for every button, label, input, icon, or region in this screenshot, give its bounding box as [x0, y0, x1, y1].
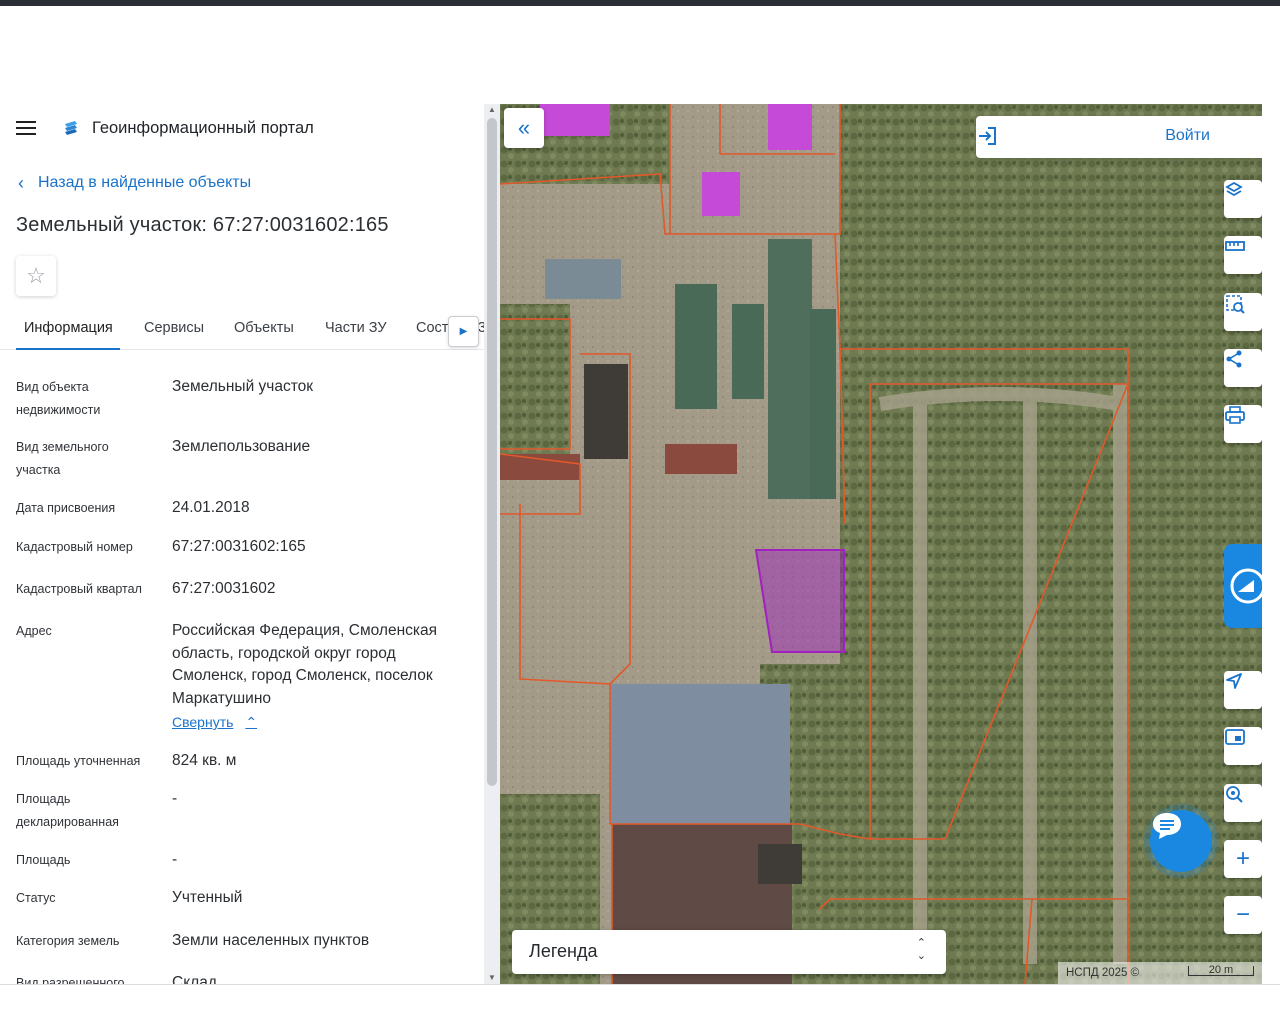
- scroll-up-arrow-icon[interactable]: ▲: [488, 106, 496, 114]
- tab-parts[interactable]: Части ЗУ: [325, 320, 387, 336]
- panel-scrollbar[interactable]: ▲ ▼: [484, 104, 500, 984]
- address-text: Российская Федерация, Смоленская область…: [172, 622, 438, 707]
- back-to-results-link[interactable]: ‹ Назад в найденные объекты: [18, 174, 251, 192]
- property-label: Площадь уточненная: [16, 754, 141, 768]
- chevron-left-icon: ‹: [18, 173, 24, 193]
- top-bar: [0, 6, 1280, 102]
- tab-state[interactable]: Сост: [416, 320, 448, 336]
- zoom-out-button[interactable]: −: [1224, 896, 1262, 934]
- property-value-address: Российская Федерация, Смоленская область…: [172, 620, 472, 735]
- favorite-button[interactable]: ☆: [16, 256, 56, 296]
- map-attribution: НСПД 2025 © 20 m: [1058, 962, 1262, 984]
- caret-right-icon: ▶: [459, 326, 468, 337]
- scale-bar: 20 m: [1188, 965, 1254, 976]
- property-value: Земли населенных пунктов: [172, 932, 370, 949]
- print-button[interactable]: [1224, 405, 1262, 443]
- scroll-down-arrow-icon[interactable]: ▼: [488, 974, 496, 982]
- property-value: -: [172, 790, 178, 807]
- back-label: Назад в найденные объекты: [38, 174, 252, 191]
- attribution-text: НСПД 2025 ©: [1066, 967, 1140, 979]
- info-panel: Геоинформационный портал ‹ Назад в найде…: [0, 104, 484, 984]
- property-value: -: [172, 851, 178, 868]
- locate-button[interactable]: [1224, 671, 1262, 709]
- portal-logo-icon: [65, 121, 77, 135]
- property-value: 824 кв. м: [172, 752, 237, 769]
- active-tab-indicator: [16, 348, 120, 350]
- property-label: Площадь: [16, 853, 71, 867]
- property-label: Статус: [16, 891, 56, 905]
- menu-icon[interactable]: [16, 116, 40, 140]
- layers-button[interactable]: [1224, 180, 1262, 218]
- feedback-side-tab[interactable]: [1224, 544, 1262, 628]
- panel-header: Геоинформационный портал: [16, 116, 314, 140]
- object-title: Земельный участок: 67:27:0031602:165: [16, 214, 389, 236]
- right-edge-strip: [1262, 104, 1280, 984]
- tab-information[interactable]: Информация: [24, 320, 113, 336]
- property-label: Категория земель: [16, 934, 120, 948]
- property-label: Вид объекта недвижимости: [16, 380, 101, 417]
- chat-button[interactable]: [1150, 810, 1212, 872]
- login-button[interactable]: Войти: [976, 116, 1262, 158]
- chat-icon: [1153, 813, 1181, 839]
- tabs-scroll-right-button[interactable]: ▶: [448, 316, 479, 347]
- measure-button[interactable]: [1224, 236, 1262, 274]
- property-value: Земельный участок: [172, 378, 314, 395]
- property-label: Дата присвоения: [16, 501, 116, 515]
- select-area-icon: [1226, 295, 1245, 314]
- chevron-up-icon: ⌃: [245, 714, 258, 730]
- select-area-button[interactable]: [1224, 293, 1262, 331]
- double-chevron-left-icon: «: [517, 115, 531, 140]
- property-value: 67:27:0031602: [172, 580, 276, 597]
- locate-icon: [1226, 673, 1242, 689]
- property-label: Кадастровый квартал: [16, 582, 142, 596]
- login-label: Войти: [1165, 127, 1210, 144]
- zoom-out-icon: −: [1235, 901, 1250, 928]
- feedback-icon: [1230, 568, 1262, 604]
- satellite-map: [500, 104, 1262, 984]
- tab-services[interactable]: Сервисы: [144, 320, 204, 336]
- bottom-bar: [0, 984, 1280, 1024]
- property-value: 67:27:0031602:165: [172, 538, 306, 555]
- layers-icon: [1225, 181, 1243, 197]
- minimap-button[interactable]: [1224, 727, 1262, 765]
- property-label: Кадастровый номер: [16, 540, 133, 554]
- collapse-label: Свернуть: [172, 714, 234, 730]
- legend-label: Легенда: [529, 941, 598, 961]
- collapse-address-link[interactable]: Свернуть ⌃: [172, 711, 257, 734]
- minimap-icon: [1225, 729, 1245, 745]
- property-label: Вид разрешенного: [16, 976, 125, 984]
- property-value: Учтенный: [172, 889, 243, 906]
- map-view[interactable]: « Войти + − Легенда ⌃ ⌄ НСПД 2025 © 20 m: [500, 104, 1262, 984]
- star-icon: ☆: [26, 263, 46, 288]
- property-label: Площадь декларированная: [16, 792, 119, 829]
- print-icon: [1225, 406, 1245, 424]
- zoom-in-icon: +: [1235, 845, 1250, 872]
- search-location-icon: [1226, 786, 1243, 803]
- login-icon: [979, 127, 996, 145]
- property-value: Землепользование: [172, 438, 311, 455]
- scrollbar-thumb[interactable]: [487, 118, 497, 786]
- zoom-in-button[interactable]: +: [1224, 840, 1262, 878]
- property-value: 24.01.2018: [172, 499, 250, 516]
- property-value: Склад: [172, 974, 217, 984]
- expand-collapse-icon: ⌃ ⌄: [916, 937, 926, 962]
- collapse-panel-button[interactable]: «: [504, 108, 544, 148]
- tab-objects[interactable]: Объекты: [234, 320, 294, 336]
- property-label: Вид земельного участка: [16, 440, 109, 477]
- search-location-button[interactable]: [1224, 784, 1262, 822]
- portal-title: Геоинформационный портал: [92, 118, 314, 137]
- ruler-icon: [1225, 241, 1245, 251]
- tab-bar: Информация Сервисы Объекты Части ЗУ Сост…: [0, 314, 484, 350]
- legend-selector[interactable]: Легенда ⌃ ⌄: [512, 930, 946, 974]
- share-button[interactable]: [1224, 349, 1262, 387]
- property-label: Адрес: [16, 624, 52, 638]
- share-icon: [1226, 350, 1242, 368]
